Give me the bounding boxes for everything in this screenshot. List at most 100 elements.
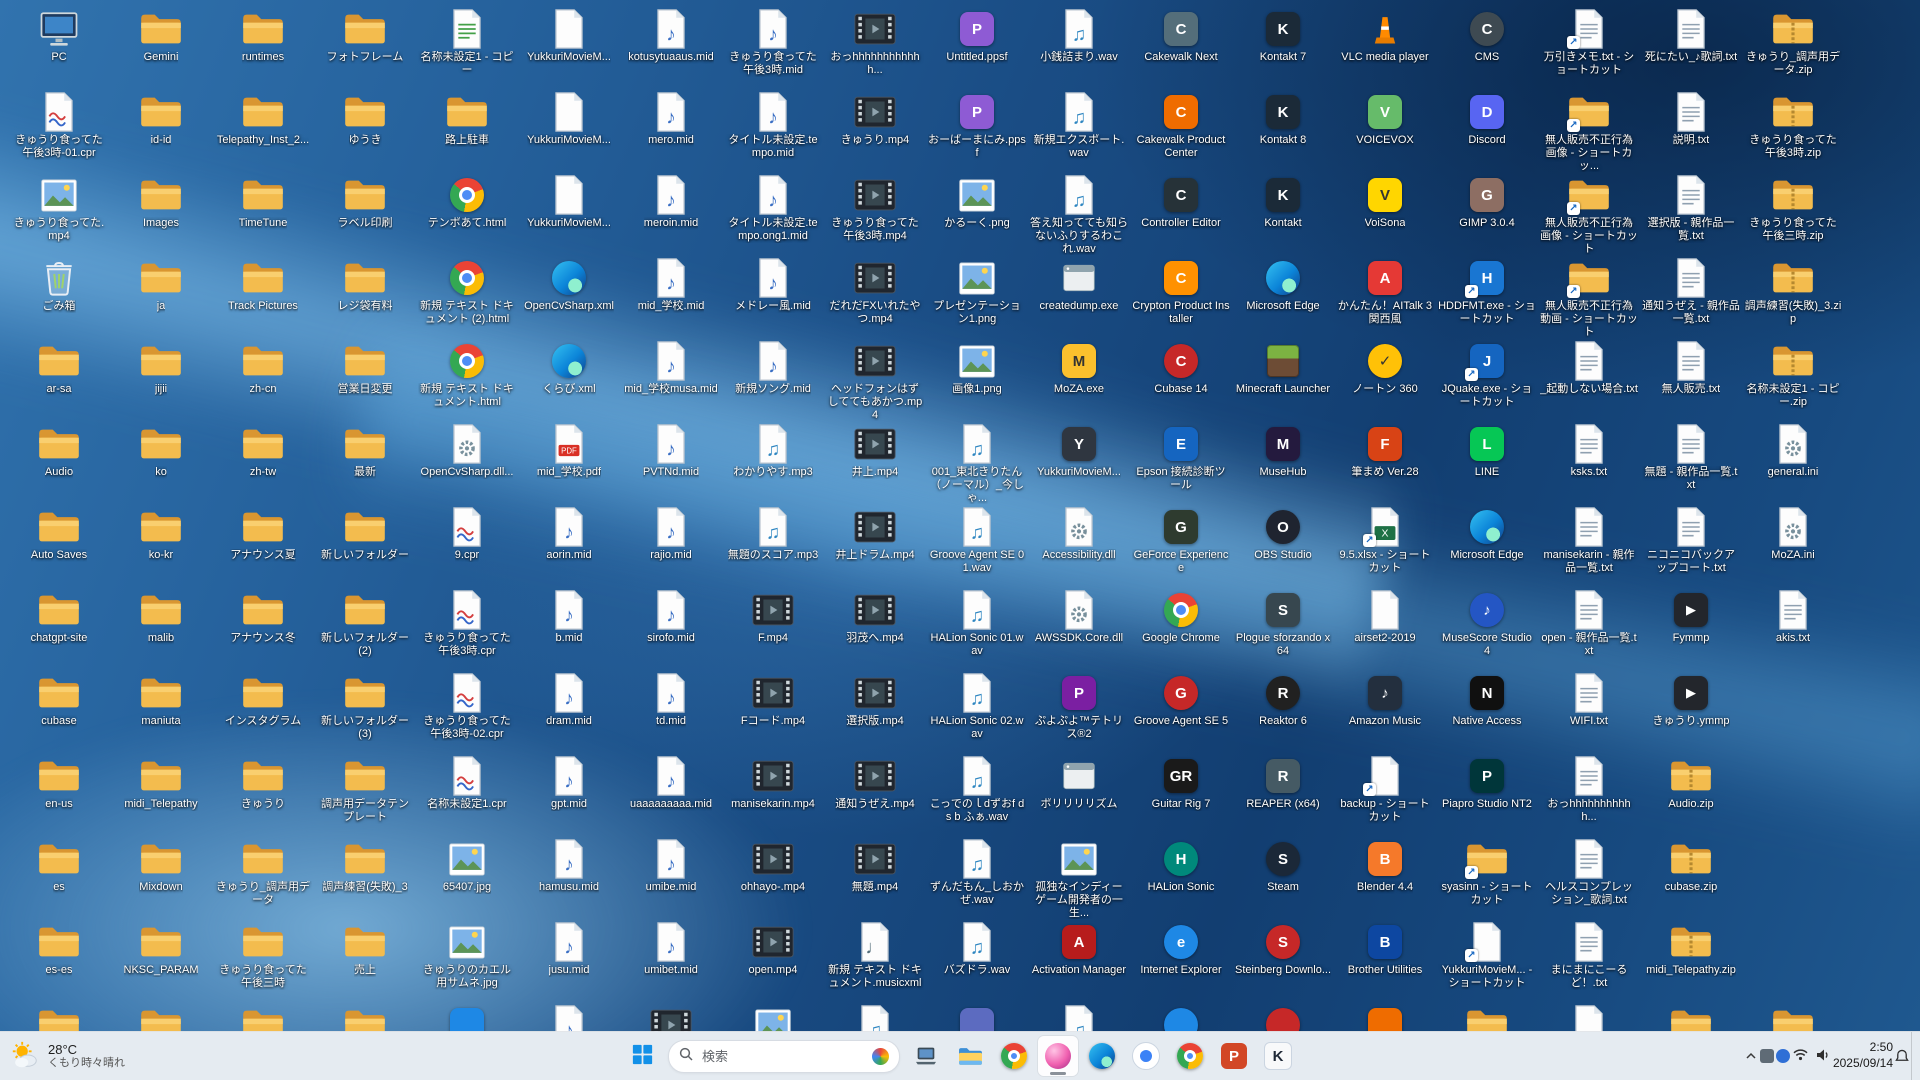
desktop-icon[interactable]: V VoiSona — [1334, 172, 1436, 255]
desktop-icon[interactable]: ラベル印刷 — [314, 172, 416, 255]
desktop-icon[interactable]: ♫ こっでのｌdずおf d s b ふぁ.wav — [926, 753, 1028, 836]
desktop-icon[interactable]: 井上ドラム.mp4 — [824, 504, 926, 587]
desktop-icon[interactable]: 調声練習(失敗)_3 — [314, 836, 416, 919]
desktop-icon[interactable]: ♪ Amazon Music — [1334, 670, 1436, 753]
desktop-icon[interactable]: ♫ 無題のスコア.mp3 — [722, 504, 824, 587]
daw-app-icon[interactable]: K — [1258, 1036, 1298, 1076]
desktop-icon[interactable]: ♪ タイトル未設定.tempo.ong1.mid — [722, 172, 824, 255]
desktop-icon[interactable]: NKSC_PARAM — [110, 919, 212, 1002]
desktop-icon[interactable]: C Cakewalk Next — [1130, 6, 1232, 89]
desktop-icon[interactable]: 新しいフォルダー (3) — [314, 670, 416, 753]
desktop-icon[interactable]: おっhhhhhhhhhhh... — [1538, 753, 1640, 836]
desktop-icon[interactable]: H HALion Sonic — [1130, 836, 1232, 919]
desktop-icon[interactable]: ar-sa — [8, 338, 110, 421]
desktop-icon[interactable]: きゅうり食ってた午後三時.zip — [1742, 172, 1844, 255]
desktop-icon[interactable]: runtimes — [212, 6, 314, 89]
desktop-icon[interactable]: G GeForce Experience — [1130, 504, 1232, 587]
desktop-icon[interactable] — [1436, 1002, 1538, 1032]
desktop-icon[interactable]: ♪ umibe.mid — [620, 836, 722, 919]
desktop-icon[interactable]: D Discord — [1436, 89, 1538, 172]
desktop-icon[interactable]: 路上駐車 — [416, 89, 518, 172]
desktop-icon[interactable]: ↗ 無人販売不正行為動画 - ショートカット — [1538, 255, 1640, 338]
desktop-icon[interactable]: きゅうり食ってた午後三時 — [212, 919, 314, 1002]
desktop-icon[interactable]: e Internet Explorer — [1130, 919, 1232, 1002]
desktop-icon[interactable]: ko — [110, 421, 212, 504]
chrome-secondary-icon[interactable] — [1170, 1036, 1210, 1076]
weather-widget[interactable]: 28°C くもり時々晴れ — [10, 1040, 125, 1073]
desktop-icon[interactable]: P Piapro Studio NT2 — [1436, 753, 1538, 836]
desktop-icon[interactable]: ヘルスコンプレッション_歌詞.txt — [1538, 836, 1640, 919]
desktop-icon[interactable]: open - 親作品一覧.txt — [1538, 587, 1640, 670]
desktop-icon[interactable]: S Plogue sforzando x64 — [1232, 587, 1334, 670]
desktop-icon[interactable]: WIFI.txt — [1538, 670, 1640, 753]
desktop-icon[interactable]: ♫ 新規エクスポート.wav — [1028, 89, 1130, 172]
desktop-icon[interactable]: 9.cpr — [416, 504, 518, 587]
desktop-icon[interactable]: VLC media player — [1334, 6, 1436, 89]
desktop-icon[interactable]: M MoZA.exe — [1028, 338, 1130, 421]
desktop-icon[interactable]: 65407.jpg — [416, 836, 518, 919]
desktop-icon[interactable]: ♪ td.mid — [620, 670, 722, 753]
desktop-icon[interactable]: C Controller Editor — [1130, 172, 1232, 255]
desktop-icon[interactable] — [1232, 1002, 1334, 1032]
notification-bell-icon[interactable] — [1895, 1036, 1909, 1076]
desktop-icon[interactable]: 羽茂へ.mp4 — [824, 587, 926, 670]
desktop-icon[interactable]: manisekarin - 親作品一覧.txt — [1538, 504, 1640, 587]
desktop-icon[interactable]: ohhayo-.mp4 — [722, 836, 824, 919]
desktop-icon[interactable]: ヘッドフォンはずしててもあかつ.mp4 — [824, 338, 926, 421]
desktop-icon[interactable]: _起動しない場合.txt — [1538, 338, 1640, 421]
desktop-icon[interactable]: ↗ 万引きメモ.txt - ショートカット — [1538, 6, 1640, 89]
tray-bluetooth-icon[interactable] — [1775, 1036, 1790, 1076]
desktop-icon[interactable]: ksks.txt — [1538, 421, 1640, 504]
desktop-icon[interactable]: es-es — [8, 919, 110, 1002]
desktop-icon[interactable]: レジ袋有料 — [314, 255, 416, 338]
light-browser-app-icon[interactable] — [1126, 1036, 1166, 1076]
taskbar-clock[interactable]: 2:50 2025/09/14 — [1833, 1036, 1893, 1076]
desktop-icon[interactable] — [416, 1002, 518, 1032]
desktop-icon[interactable]: C Cakewalk Product Center — [1130, 89, 1232, 172]
desktop-icon[interactable]: 新しいフォルダー — [314, 504, 416, 587]
file-explorer-icon[interactable] — [950, 1036, 990, 1076]
desktop-icon[interactable]: YukkuriMovieM... — [518, 6, 620, 89]
desktop-icon[interactable]: zh-tw — [212, 421, 314, 504]
desktop-icon[interactable]: ♪ PVTNd.mid — [620, 421, 722, 504]
desktop-icon[interactable]: Fコード.mp4 — [722, 670, 824, 753]
desktop-icon[interactable]: chatgpt-site — [8, 587, 110, 670]
desktop-icon[interactable] — [110, 1002, 212, 1032]
desktop-icon[interactable]: en-us — [8, 753, 110, 836]
start-button[interactable] — [622, 1036, 662, 1076]
desktop-icon[interactable]: TimeTune — [212, 172, 314, 255]
desktop-icon[interactable]: ♪ mid_学校musa.mid — [620, 338, 722, 421]
desktop-icon[interactable]: 通知うぜえ - 親作品一覧.txt — [1640, 255, 1742, 338]
desktop-icon[interactable]: おっhhhhhhhhhhhh... — [824, 6, 926, 89]
desktop-icon[interactable]: Mixdown — [110, 836, 212, 919]
desktop-icon[interactable]: maniuta — [110, 670, 212, 753]
desktop-icon[interactable]: GR Guitar Rig 7 — [1130, 753, 1232, 836]
desktop-icon[interactable]: A Activation Manager — [1028, 919, 1130, 1002]
show-desktop-button[interactable] — [1911, 1032, 1916, 1080]
desktop-icon[interactable]: J ↗ JQuake.exe - ショートカット — [1436, 338, 1538, 421]
desktop-icon[interactable]: R Reaktor 6 — [1232, 670, 1334, 753]
desktop-icon[interactable]: 選択版 - 親作品一覧.txt — [1640, 172, 1742, 255]
desktop-icon[interactable]: 名称未設定1 - コピー — [416, 6, 518, 89]
desktop-icon[interactable]: R REAPER (x64) — [1232, 753, 1334, 836]
media-app-icon[interactable] — [1038, 1036, 1078, 1076]
desktop-icon[interactable]: きゅうり食ってた午後3時.mp4 — [824, 172, 926, 255]
desktop-icon[interactable]: ♫ ずんだもん_しおかぜ.wav — [926, 836, 1028, 919]
desktop-icon[interactable]: Y YukkuriMovieM... — [1028, 421, 1130, 504]
desktop-icon[interactable]: インスタグラム — [212, 670, 314, 753]
desktop-icon[interactable]: Google Chrome — [1130, 587, 1232, 670]
desktop-icon[interactable]: ポリリリリズム — [1028, 753, 1130, 836]
desktop-icon[interactable]: YukkuriMovieM... — [518, 172, 620, 255]
desktop-icon[interactable]: midi_Telepathy — [110, 753, 212, 836]
desktop-icon[interactable]: S Steam — [1232, 836, 1334, 919]
desktop-icon[interactable]: ♪ メドレー風.mid — [722, 255, 824, 338]
desktop-icon[interactable]: テンポあて.html — [416, 172, 518, 255]
desktop-icon[interactable]: 説明.txt — [1640, 89, 1742, 172]
desktop-icon[interactable]: フォトフレーム — [314, 6, 416, 89]
desktop-icon[interactable]: ♪ sirofo.mid — [620, 587, 722, 670]
desktop-icon[interactable]: ♪ uaaaaaaaaa.mid — [620, 753, 722, 836]
desktop-icon[interactable] — [722, 1002, 824, 1032]
desktop-icon[interactable] — [926, 1002, 1028, 1032]
desktop-icon[interactable]: きゅうり_調声用データ.zip — [1742, 6, 1844, 89]
desktop-icon[interactable]: ♪ umibet.mid — [620, 919, 722, 1002]
